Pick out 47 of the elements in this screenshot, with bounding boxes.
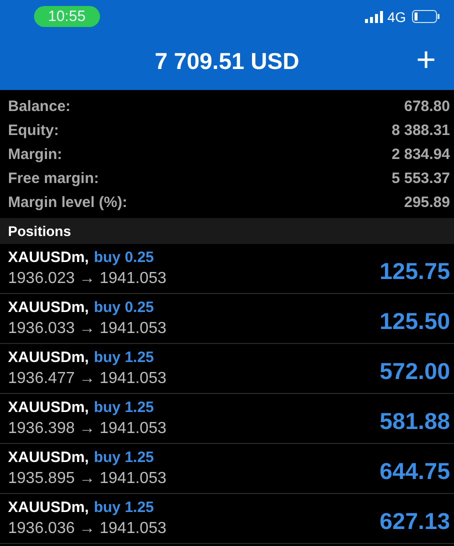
position-symbol: XAUUSDm,: [8, 349, 89, 366]
position-prices: 1936.398 → 1941.053: [8, 420, 168, 438]
position-prices: 1936.036 → 1941.053: [8, 520, 168, 538]
signal-icon: [365, 10, 384, 22]
summary-value: 8 388.31: [392, 122, 450, 138]
summary-label: Margin level (%):: [8, 194, 128, 210]
position-row[interactable]: XAUUSDm, buy 1.25 1936.477 → 1941.053 572.00: [0, 344, 454, 394]
position-profit: 125.50: [380, 308, 450, 335]
summary-value: 678.80: [404, 98, 450, 114]
summary-label: Free margin:: [8, 170, 99, 186]
position-order: buy 1.25: [94, 399, 154, 416]
position-row[interactable]: XAUUSDm, buy 1.25 1936.398 → 1941.053 581.88: [0, 394, 454, 444]
add-button[interactable]: +: [416, 43, 436, 77]
summary-value: 295.89: [404, 194, 450, 210]
position-order: buy 0.25: [94, 249, 154, 266]
position-symbol: XAUUSDm,: [8, 449, 89, 466]
position-row[interactable]: XAUUSDm, buy 0.25 1936.023 → 1941.053 125.75: [0, 244, 454, 294]
position-symbol: XAUUSDm,: [8, 399, 89, 416]
position-order: buy 1.25: [94, 449, 154, 466]
position-profit: 125.75: [380, 258, 450, 285]
position-prices: 1936.477 → 1941.053: [8, 370, 168, 388]
position-row[interactable]: XAUUSDm, buy 1.25 1935.895 → 1941.053 644.75: [0, 444, 454, 494]
position-profit: 644.75: [380, 458, 450, 485]
section-title: Positions: [8, 223, 72, 239]
summary-label: Equity:: [8, 122, 59, 138]
position-prices: 1936.033 → 1941.053: [8, 320, 168, 338]
position-profit: 572.00: [380, 358, 450, 385]
position-symbol: XAUUSDm,: [8, 499, 89, 516]
summary-value: 5 553.37: [392, 170, 450, 186]
summary-label: Margin:: [8, 146, 62, 162]
position-symbol: XAUUSDm,: [8, 299, 89, 316]
position-prices: 1936.023 → 1941.053: [8, 270, 168, 288]
balance-title: 7 709.51 USD: [154, 48, 300, 75]
position-order: buy 1.25: [94, 349, 154, 366]
summary-label: Balance:: [8, 98, 71, 114]
network-type: 4G: [387, 8, 406, 24]
battery-icon: [412, 10, 440, 23]
position-profit: 581.88: [380, 408, 450, 435]
position-prices: 1935.895 → 1941.053: [8, 470, 168, 488]
position-profit: 627.13: [380, 508, 450, 535]
position-row[interactable]: XAUUSDm, buy 1.25 1936.036 → 1941.053 627.13: [0, 494, 454, 544]
position-order: buy 0.25: [94, 299, 154, 316]
summary-value: 2 834.94: [392, 146, 450, 162]
position-symbol: XAUUSDm,: [8, 249, 89, 266]
status-time: 10:55: [34, 6, 100, 27]
position-order: buy 1.25: [94, 499, 154, 516]
position-row[interactable]: XAUUSDm, buy 0.25 1936.033 → 1941.053 125.50: [0, 294, 454, 344]
